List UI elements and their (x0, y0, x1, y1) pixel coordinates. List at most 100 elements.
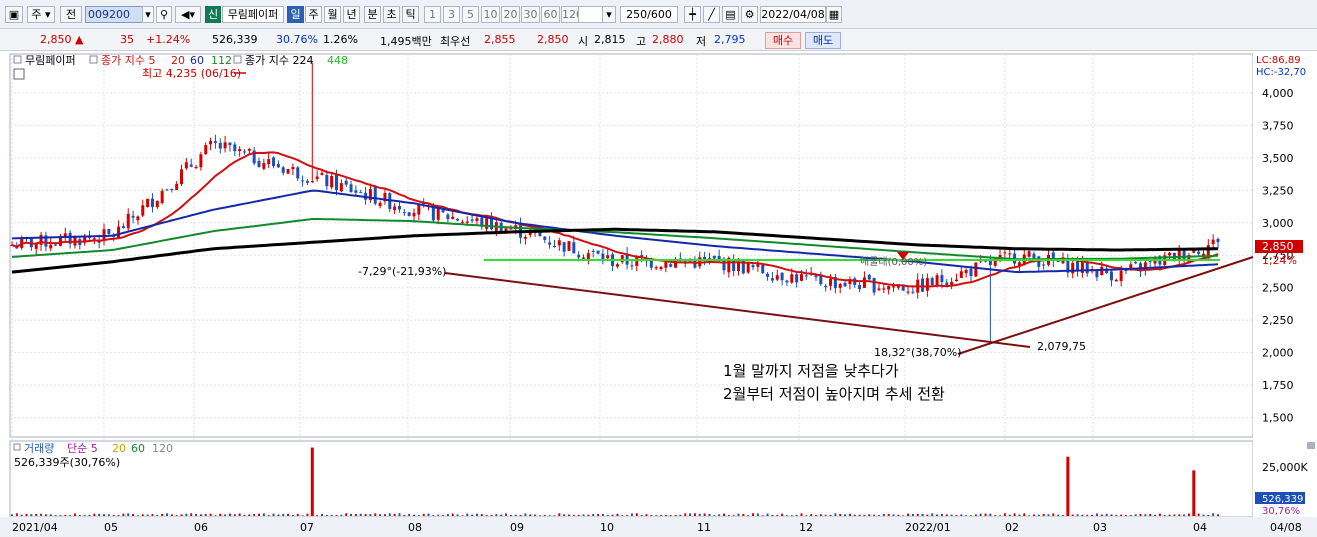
volume-bar (635, 513, 638, 516)
volume-bar (572, 514, 575, 516)
volume-bar (30, 514, 33, 516)
panel-close-icon[interactable] (1307, 442, 1315, 449)
candle-body (315, 176, 319, 180)
candle-body (92, 238, 96, 240)
volume-bar (73, 513, 76, 516)
volume-bar (272, 513, 275, 516)
minute-20-button[interactable]: 20 (501, 6, 520, 23)
candle-body (543, 236, 547, 240)
volume-bar (679, 514, 682, 516)
volume-bar (1129, 515, 1132, 516)
volume-bar (1178, 514, 1181, 516)
minute-3-button[interactable]: 3 (443, 6, 460, 23)
date-axis-tick: 05 (104, 521, 118, 534)
candle-body (209, 140, 213, 145)
window-layout-icon[interactable]: ▣ (5, 6, 23, 23)
volume-bar (151, 514, 154, 516)
volume-bar (645, 514, 648, 516)
volume-bar (800, 513, 803, 516)
volume-bar (853, 514, 856, 516)
volume-bar (708, 513, 711, 516)
sound-icon[interactable]: ◀▾ (175, 6, 201, 23)
high-note: 최고 4,235 (06/16) (142, 67, 241, 80)
volume-bar (567, 514, 570, 516)
volume-bar (49, 514, 52, 516)
chevron-down-icon[interactable]: ▾ (602, 6, 616, 23)
calendar-icon[interactable]: ▦ (826, 6, 842, 23)
minute-1-button[interactable]: 1 (424, 6, 441, 23)
period-tick-tab[interactable]: 틱 (402, 6, 419, 23)
candle-body (310, 181, 314, 183)
volume-bar (1028, 515, 1031, 516)
period-minute-tab[interactable]: 분 (364, 6, 381, 23)
candle-body (838, 284, 842, 288)
gear-icon[interactable]: ⚙ (741, 6, 758, 23)
period-day-tab[interactable]: 일 (287, 6, 304, 23)
minute-10-button[interactable]: 10 (481, 6, 500, 23)
bar-count-field[interactable]: 250/600 (620, 6, 678, 23)
stock-chart[interactable]: 무림페이퍼 종가 지수 5 20 60 112 종가 지수 224 448 LC… (0, 51, 1317, 537)
market-select[interactable]: 주 ▾ (27, 6, 55, 23)
sell-button[interactable]: 매도 (805, 32, 841, 49)
volume-bar (1105, 513, 1108, 516)
period-year-tab[interactable]: 년 (343, 6, 360, 23)
volume-bar (461, 515, 464, 516)
volume-bar (277, 514, 280, 516)
date-axis-tick: 10 (600, 521, 614, 534)
buy-button[interactable]: 매수 (765, 32, 801, 49)
volume-bar (1095, 513, 1098, 516)
price-axis-tick: 3,500 (1262, 152, 1294, 165)
candle-body (562, 242, 566, 252)
candle-body (906, 291, 910, 293)
candle-body (785, 280, 789, 283)
volume-bar (180, 514, 183, 516)
volume-bar (698, 513, 701, 516)
minute-30-button[interactable]: 30 (521, 6, 540, 23)
volume-bar (1124, 514, 1127, 516)
period-second-tab[interactable]: 초 (383, 6, 400, 23)
volume-bar (1163, 515, 1166, 516)
volume-bar (616, 513, 619, 516)
volume-bar (1139, 513, 1142, 516)
volume-bar (1081, 514, 1084, 516)
low-price: 2,795 (714, 33, 746, 46)
volume-bar (529, 514, 532, 516)
volume-bar (630, 513, 633, 516)
volume-bar (771, 514, 774, 516)
candle-body (1114, 279, 1118, 282)
volume-bar (224, 514, 227, 516)
volume-bar (689, 513, 692, 516)
candle-body (974, 262, 978, 277)
volume-bar (44, 514, 47, 516)
search-icon[interactable]: ⚲ (156, 6, 172, 23)
period-month-tab[interactable]: 월 (324, 6, 341, 23)
stock-code-input[interactable]: 009200 (85, 6, 143, 23)
volume-bar (781, 513, 784, 516)
volume-bar (253, 514, 256, 516)
volume-bar (243, 514, 246, 516)
candle-type-icon[interactable]: ┿ (684, 6, 701, 23)
volume-bar (408, 513, 411, 516)
prev-button[interactable]: 전 (60, 6, 82, 23)
candle-body (475, 218, 479, 221)
candle-body (891, 286, 895, 288)
volume-bar (282, 514, 285, 516)
minute-60-button[interactable]: 60 (541, 6, 560, 23)
volume-legend-label: 거래량 (24, 442, 54, 455)
period-week-tab[interactable]: 주 (305, 6, 322, 23)
drop-note: -7,29°(-21,93%) (358, 265, 446, 278)
volume-bar (974, 514, 977, 516)
volume-bar (1018, 514, 1021, 516)
draw-line-icon[interactable]: ╱ (703, 6, 720, 23)
chevron-down-icon[interactable]: ▾ (142, 6, 154, 23)
candle-body (180, 169, 184, 185)
volume-bar (1008, 514, 1011, 516)
minute-5-button[interactable]: 5 (462, 6, 479, 23)
volume-bar (350, 513, 353, 516)
volume-bar (165, 513, 168, 516)
volume-bar (287, 513, 290, 516)
volume-bar (815, 515, 817, 516)
save-icon[interactable]: ▤ (722, 6, 739, 23)
volume-bar (761, 515, 764, 516)
date-input[interactable]: 2022/04/08 (760, 6, 826, 23)
